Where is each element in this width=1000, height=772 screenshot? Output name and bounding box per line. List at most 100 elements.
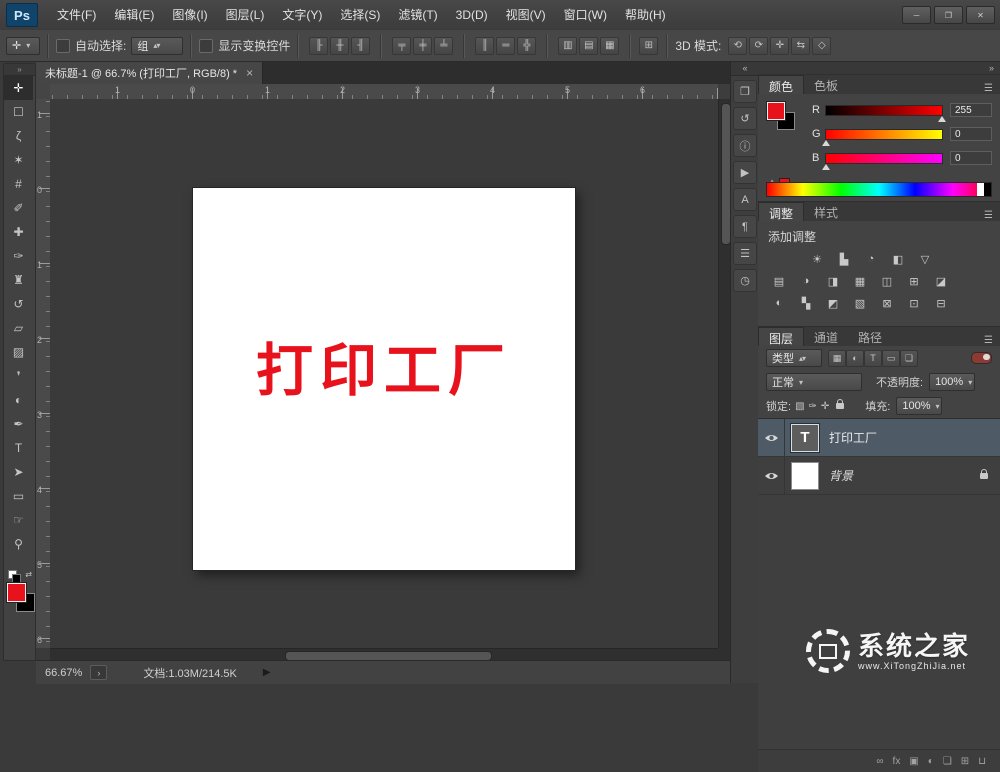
filter-type-dropdown[interactable]: 类型 <box>766 349 822 367</box>
panel-menu-icon[interactable]: ☰ <box>977 210 1000 221</box>
red-slider[interactable] <box>825 104 946 122</box>
menu-item[interactable]: 编辑(E) <box>105 0 163 30</box>
tab-channels[interactable]: 通道 <box>804 327 848 346</box>
lock-transparent-icon[interactable]: ▧ <box>795 401 804 412</box>
mode-3d-icon[interactable]: ✛ <box>770 36 790 55</box>
menu-item[interactable]: 文件(F) <box>48 0 105 30</box>
align-icon[interactable]: ╧ <box>434 36 454 55</box>
red-value-field[interactable]: 255 <box>950 103 992 117</box>
pen-tool[interactable]: ✒ <box>4 412 33 436</box>
distribute-spacing-icon[interactable]: ▤ <box>579 36 599 55</box>
restore-button[interactable]: ❐ <box>934 6 963 24</box>
layer-filter-icon[interactable]: ❏ <box>900 349 918 367</box>
color-spectrum-ramp[interactable] <box>766 182 992 197</box>
timeline-panel-icon[interactable]: ◷ <box>733 269 757 292</box>
tab-close-icon[interactable]: × <box>246 67 253 79</box>
mode-3d-icon[interactable]: ⇆ <box>791 36 811 55</box>
adjustment-icon[interactable]: ◪ <box>930 272 952 290</box>
green-slider-thumb[interactable] <box>822 136 830 146</box>
distribute-icon[interactable]: ═ <box>496 36 516 55</box>
toolbar-collapse-button[interactable]: » <box>4 64 35 76</box>
hand-tool[interactable]: ☞ <box>4 508 33 532</box>
layer-filter-icon[interactable]: T <box>864 349 882 367</box>
auto-align-icon[interactable]: ⊞ <box>639 36 659 55</box>
info-panel-icon[interactable]: ⓘ <box>733 134 757 157</box>
crop-tool[interactable]: # <box>4 172 33 196</box>
adjustment-icon[interactable]: ◔ <box>860 250 882 268</box>
move-tool[interactable]: ✛ <box>4 76 33 100</box>
adjustment-icon[interactable]: ▤ <box>768 272 790 290</box>
layers-toolbar-icon[interactable]: fx <box>893 756 901 767</box>
horizontal-ruler[interactable]: 1 0 1 2 3 4 5 6 <box>50 84 718 100</box>
adjustment-icon[interactable]: ▙ <box>833 250 855 268</box>
lock-pixels-icon[interactable]: ✑ <box>809 401 817 412</box>
adjustment-icon[interactable]: ▚ <box>795 294 817 312</box>
styles-panel-icon[interactable]: ☰ <box>733 242 757 265</box>
blue-slider-thumb[interactable] <box>822 160 830 170</box>
tab-styles[interactable]: 样式 <box>804 202 848 221</box>
background-layer-thumbnail[interactable] <box>791 461 819 490</box>
menu-item[interactable]: 图层(L) <box>217 0 274 30</box>
spectrum-white-block[interactable] <box>977 183 984 196</box>
type-tool[interactable]: T <box>4 436 33 460</box>
adjustment-icon[interactable]: ◫ <box>876 272 898 290</box>
collapse-to-icons-button[interactable]: » <box>983 63 1000 73</box>
align-icon[interactable]: ╫ <box>330 36 350 55</box>
tab-adjustments[interactable]: 调整 <box>758 202 805 221</box>
layers-toolbar-icon[interactable]: ⊞ <box>961 756 969 767</box>
mode-3d-icon[interactable]: ⟲ <box>728 36 748 55</box>
menu-item[interactable]: 滤镜(T) <box>389 0 446 30</box>
adjustment-icon[interactable]: ◧ <box>887 250 909 268</box>
layer-row-text[interactable]: T 打印工厂 <box>758 419 1000 457</box>
properties-panel-icon[interactable]: ❐ <box>733 80 757 103</box>
align-icon[interactable]: ╪ <box>413 36 433 55</box>
distribute-spacing-icon[interactable]: ▦ <box>600 36 620 55</box>
green-slider[interactable] <box>822 128 943 146</box>
filter-toggle-switch[interactable] <box>971 352 992 364</box>
expand-panels-button[interactable]: « <box>731 62 759 76</box>
align-icon[interactable]: ╟ <box>309 36 329 55</box>
close-button[interactable]: ✕ <box>966 6 995 24</box>
green-value-field[interactable]: 0 <box>950 127 992 141</box>
healing-brush-tool[interactable]: ✚ <box>4 220 33 244</box>
layer-name[interactable]: 背景 <box>829 467 853 484</box>
adjustment-icon[interactable]: ⊠ <box>876 294 898 312</box>
menu-item[interactable]: 选择(S) <box>331 0 389 30</box>
layer-visibility-toggle[interactable] <box>758 419 785 456</box>
menu-item[interactable]: 图像(I) <box>163 0 216 30</box>
adjustment-icon[interactable]: ▽ <box>914 250 936 268</box>
red-slider-thumb[interactable] <box>938 112 946 122</box>
text-layer-thumbnail[interactable]: T <box>791 423 819 452</box>
shape-tool[interactable]: ▭ <box>4 484 33 508</box>
minimize-button[interactable]: ─ <box>902 6 931 24</box>
zoom-tool[interactable]: ⚲ <box>4 532 33 556</box>
tab-color[interactable]: 颜色 <box>758 75 805 94</box>
layers-toolbar-icon[interactable]: ⊔ <box>978 756 986 767</box>
menu-item[interactable]: 3D(D) <box>447 0 497 30</box>
layer-row-background[interactable]: 背景 <box>758 457 1000 495</box>
tab-paths[interactable]: 路径 <box>848 327 892 346</box>
adjustment-icon[interactable]: ▦ <box>849 272 871 290</box>
adjustment-icon[interactable]: ◐ <box>768 294 790 312</box>
mode-3d-icon[interactable]: ◇ <box>812 36 832 55</box>
document-tab[interactable]: 未标题-1 @ 66.7% (打印工厂, RGB/8) * × <box>36 62 264 84</box>
brush-tool[interactable]: ✑ <box>4 244 33 268</box>
status-flyout-arrow[interactable]: ▶ <box>263 667 271 678</box>
actions-panel-icon[interactable]: ▶ <box>733 161 757 184</box>
auto-select-dropdown[interactable]: 组 <box>131 36 184 55</box>
layer-filter-icon[interactable]: ▭ <box>882 349 900 367</box>
distribute-icon[interactable]: ╬ <box>517 36 537 55</box>
zoom-level[interactable]: 66.67% <box>45 667 82 679</box>
tool-preset-picker[interactable]: ✛ <box>6 36 40 55</box>
eraser-tool[interactable]: ▱ <box>4 316 33 340</box>
fill-dropdown[interactable]: 100% <box>896 397 943 415</box>
auto-select-checkbox[interactable] <box>56 38 70 53</box>
adjustment-icon[interactable]: ☀ <box>806 250 828 268</box>
path-selection-tool[interactable]: ➤ <box>4 460 33 484</box>
status-menu-button[interactable]: › <box>90 665 108 680</box>
mode-3d-icon[interactable]: ⟳ <box>749 36 769 55</box>
panel-menu-icon[interactable]: ☰ <box>977 83 1000 94</box>
clone-stamp-tool[interactable]: ♜ <box>4 268 33 292</box>
layer-visibility-toggle[interactable] <box>758 457 785 494</box>
marquee-tool[interactable]: ☐ <box>4 100 33 124</box>
